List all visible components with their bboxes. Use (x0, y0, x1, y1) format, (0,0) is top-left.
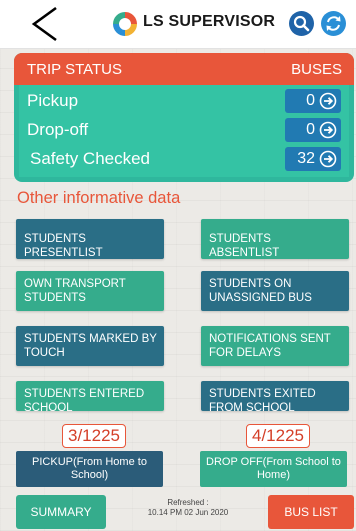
arrow-right-circle-icon (319, 121, 337, 139)
trip-status-card: TRIP STATUS BUSES Pickup 0 Drop-off 0 Sa… (14, 53, 354, 182)
chevron-left-icon (31, 6, 57, 42)
trip-status-body: Pickup 0 Drop-off 0 Safety Checked 32 (19, 85, 349, 177)
arrow-right-circle-icon (319, 92, 337, 110)
trip-row-safety-checked: Safety Checked 32 (19, 145, 349, 174)
app-header: LS SUPERVISOR (0, 0, 356, 49)
students-present-list-tile[interactable]: STUDENTS PRESENTLIST (16, 219, 164, 259)
trip-row-label: Pickup (27, 91, 79, 110)
refreshed-status: Refreshed : 10.14 PM 02 Jun 2020 (128, 498, 248, 518)
pickup-count-badge: 3/1225 (62, 424, 126, 448)
students-exited-school-tile[interactable]: STUDENTS EXITED FROM SCHOOL (201, 381, 349, 411)
refresh-icon (326, 16, 341, 31)
refreshed-label: Refreshed : (167, 498, 209, 507)
tile-label: STUDENTS MARKED BY TOUCH (24, 333, 157, 359)
bus-list-button[interactable]: BUS LIST (268, 495, 354, 529)
trip-status-header: TRIP STATUS BUSES (14, 53, 354, 85)
trip-row-value: 0 (306, 121, 315, 138)
summary-button[interactable]: SUMMARY (16, 495, 106, 529)
app-logo (113, 12, 137, 36)
back-button[interactable] (26, 4, 66, 44)
pickup-count-button[interactable]: 0 (285, 89, 341, 113)
refreshed-time: 10.14 PM 02 Jun 2020 (147, 508, 229, 517)
trip-row-label: Drop-off (27, 120, 89, 139)
dropoff-count-button[interactable]: 0 (285, 118, 341, 142)
bottom-bar: SUMMARY Refreshed : 10.14 PM 02 Jun 2020… (0, 492, 356, 531)
students-entered-school-tile[interactable]: STUDENTS ENTERED SCHOOL (16, 381, 164, 411)
students-unassigned-bus-tile[interactable]: STUDENTS ON UNASSIGNED BUS (201, 271, 349, 311)
dropoff-count-badge: 4/1225 (246, 424, 310, 448)
tile-label: STUDENTS EXITED FROM SCHOOL (209, 388, 316, 411)
trip-row-label: Safety Checked (30, 149, 151, 168)
arrow-right-circle-icon (319, 150, 337, 168)
tile-label: OWN TRANSPORT STUDENTS (24, 278, 126, 304)
students-absent-list-tile[interactable]: STUDENTS ABSENTLIST (201, 219, 349, 259)
trip-row-pickup: Pickup 0 (19, 87, 349, 116)
search-button[interactable] (289, 11, 314, 36)
dropoff-summary-label: DROP OFF(From School to Home) (206, 456, 341, 481)
tile-label: STUDENTS ABSENTLIST (209, 233, 280, 259)
notifications-delays-tile[interactable]: NOTIFICATIONS SENT FOR DELAYS (201, 326, 349, 366)
pickup-summary-label: PICKUP(From Home to School) (32, 456, 147, 481)
pickup-summary-button[interactable]: PICKUP(From Home to School) (16, 451, 163, 487)
tile-label: STUDENTS PRESENTLIST (24, 233, 103, 259)
trip-status-heading: TRIP STATUS (27, 61, 123, 78)
search-icon (293, 15, 310, 32)
refresh-button[interactable] (321, 11, 346, 36)
tile-label: STUDENTS ON UNASSIGNED BUS (209, 278, 312, 304)
trip-row-value: 32 (297, 150, 315, 167)
students-marked-by-touch-tile[interactable]: STUDENTS MARKED BY TOUCH (16, 326, 164, 366)
own-transport-students-tile[interactable]: OWN TRANSPORT STUDENTS (16, 271, 164, 311)
section-title: Other informative data (17, 189, 181, 207)
safety-checked-count-button[interactable]: 32 (285, 147, 341, 171)
app-title: LS SUPERVISOR (143, 13, 276, 30)
trip-row-dropoff: Drop-off 0 (19, 116, 349, 145)
buses-label: BUSES (291, 61, 342, 78)
tile-label: NOTIFICATIONS SENT FOR DELAYS (209, 333, 331, 359)
dropoff-summary-button[interactable]: DROP OFF(From School to Home) (200, 451, 347, 487)
tile-label: STUDENTS ENTERED SCHOOL (24, 388, 145, 411)
trip-row-value: 0 (306, 92, 315, 109)
